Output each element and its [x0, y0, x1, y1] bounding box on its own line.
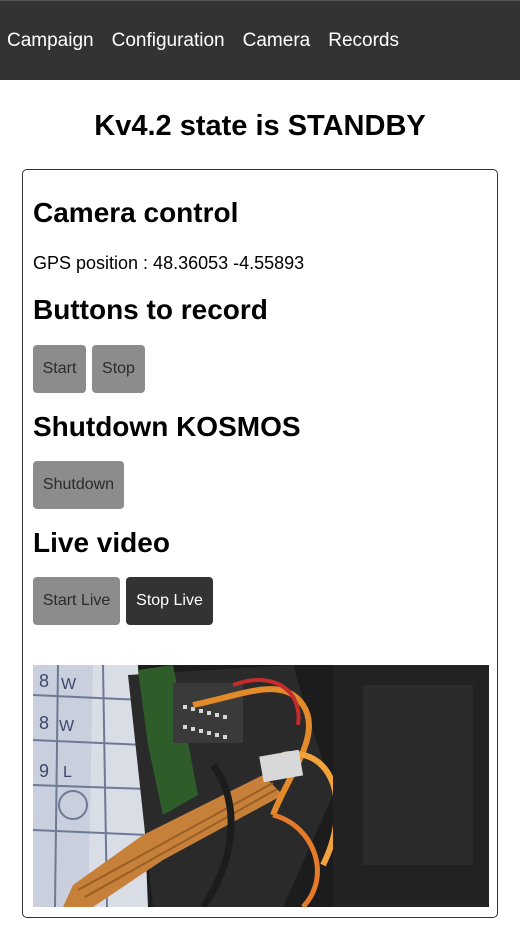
start-live-button[interactable]: Start Live	[33, 577, 120, 625]
stop-live-button[interactable]: Stop Live	[126, 577, 213, 625]
live-video-heading: Live video	[33, 527, 170, 558]
svg-text:8: 8	[39, 713, 49, 733]
svg-text:W: W	[61, 676, 77, 693]
record-heading: Buttons to record	[33, 294, 268, 325]
svg-text:9: 9	[39, 761, 49, 781]
camera-panel: Camera control GPS position : 48.36053 -…	[22, 169, 498, 918]
stop-record-button[interactable]: Stop	[92, 345, 145, 393]
video-frame-image: 8 W 8 W 9 L	[33, 665, 489, 907]
start-record-button[interactable]: Start	[33, 345, 86, 393]
camera-control-heading: Camera control	[33, 197, 239, 228]
gps-position: GPS position : 48.36053 -4.55893	[33, 253, 305, 273]
top-navbar: Campaign Configuration Camera Records	[0, 0, 520, 80]
shutdown-heading: Shutdown KOSMOS	[33, 411, 301, 442]
nav-link-camera[interactable]: Camera	[243, 30, 311, 52]
state-title: Kv4.2 state is STANDBY	[94, 110, 426, 142]
shutdown-button[interactable]: Shutdown	[33, 461, 124, 509]
svg-text:L: L	[63, 764, 72, 781]
nav-link-records[interactable]: Records	[328, 30, 399, 52]
svg-text:8: 8	[39, 671, 49, 691]
live-video-feed: 8 W 8 W 9 L	[33, 665, 489, 907]
nav-link-configuration[interactable]: Configuration	[112, 30, 225, 52]
svg-text:W: W	[59, 718, 75, 735]
nav-link-campaign[interactable]: Campaign	[7, 30, 94, 52]
